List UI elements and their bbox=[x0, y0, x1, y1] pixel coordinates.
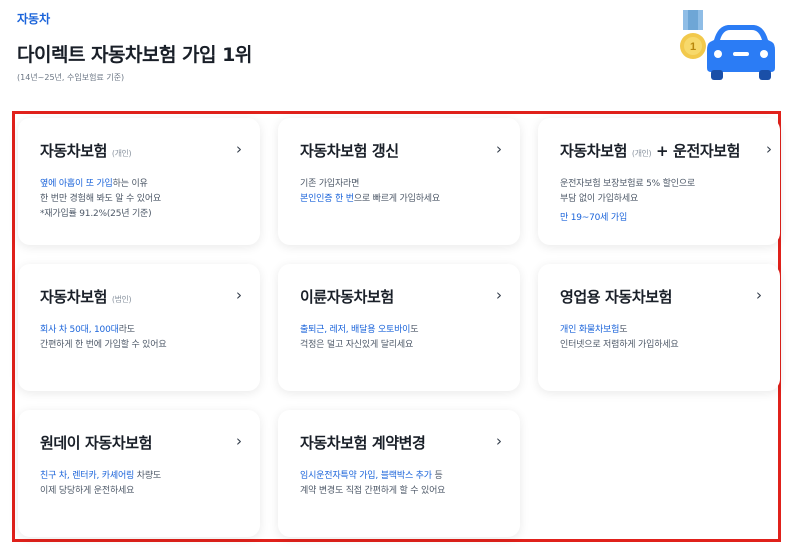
card-title: 자동차보험 갱신 bbox=[300, 142, 399, 160]
card-motorcycle[interactable]: 이륜자동차보험 › 출퇴근, 레저, 배달용 오토바이도 걱정은 덜고 자신있게… bbox=[278, 264, 520, 391]
card-auto-personal[interactable]: 자동차보험 (개인) › 옆에 아홉이 또 가입하는 이유 한 번만 경험해 봐… bbox=[18, 118, 260, 245]
card-line: 부담 없이 가입하세요 bbox=[560, 194, 639, 204]
card-line: 인터넷으로 저렴하게 가입하세요 bbox=[560, 340, 679, 350]
card-title: 자동차보험 (법인) bbox=[40, 288, 132, 306]
card-line: 개인 화물차보험도 bbox=[560, 325, 628, 335]
card-line: 만 19~70세 가입 bbox=[560, 213, 628, 223]
chevron-right-icon: › bbox=[236, 432, 242, 450]
chevron-right-icon: › bbox=[236, 140, 242, 158]
card-line: 기존 가입자라면 bbox=[300, 179, 360, 189]
card-line: 한 번만 경험해 봐도 알 수 있어요 bbox=[40, 194, 162, 204]
card-line: 회사 차 50대, 100대라도 bbox=[40, 325, 135, 335]
chevron-right-icon: › bbox=[236, 286, 242, 304]
card-auto-corporate[interactable]: 자동차보험 (법인) › 회사 차 50대, 100대라도 간편하게 한 번에 … bbox=[18, 264, 260, 391]
card-line: 옆에 아홉이 또 가입하는 이유 bbox=[40, 179, 148, 189]
card-oneday-auto[interactable]: 원데이 자동차보험 › 친구 차, 렌터카, 카셰어링 차량도 이제 당당하게 … bbox=[18, 410, 260, 537]
card-title: 이륜자동차보험 bbox=[300, 288, 394, 306]
card-line: 임시운전자특약 가입, 블랙박스 추가 등 bbox=[300, 471, 443, 481]
card-line: 걱정은 덜고 자신있게 달리세요 bbox=[300, 340, 414, 350]
card-line: 운전자보험 보장보험료 5% 할인으로 bbox=[560, 179, 695, 189]
chevron-right-icon: › bbox=[496, 286, 502, 304]
product-grid: 자동차보험 (개인) › 옆에 아홉이 또 가입하는 이유 한 번만 경험해 봐… bbox=[0, 0, 800, 557]
chevron-right-icon: › bbox=[756, 286, 762, 304]
card-line: 간편하게 한 번에 가입할 수 있어요 bbox=[40, 340, 167, 350]
card-title: 자동차보험 계약변경 bbox=[300, 434, 426, 452]
card-title: 자동차보험 (개인) bbox=[40, 142, 132, 160]
card-title: 원데이 자동차보험 bbox=[40, 434, 153, 452]
card-contract-change[interactable]: 자동차보험 계약변경 › 임시운전자특약 가입, 블랙박스 추가 등 계약 변경… bbox=[278, 410, 520, 537]
card-line: 출퇴근, 레저, 배달용 오토바이도 bbox=[300, 325, 419, 335]
card-line: *재가입률 91.2%(25년 기준) bbox=[40, 209, 152, 219]
card-title: 영업용 자동차보험 bbox=[560, 288, 673, 306]
chevron-right-icon: › bbox=[496, 140, 502, 158]
card-auto-renewal[interactable]: 자동차보험 갱신 › 기존 가입자라면 본인인증 한 번으로 빠르게 가입하세요 bbox=[278, 118, 520, 245]
card-line: 본인인증 한 번으로 빠르게 가입하세요 bbox=[300, 194, 440, 204]
card-line: 친구 차, 렌터카, 카셰어링 차량도 bbox=[40, 471, 162, 481]
chevron-right-icon: › bbox=[766, 140, 772, 158]
card-line: 이제 당당하게 운전하세요 bbox=[40, 486, 135, 496]
chevron-right-icon: › bbox=[496, 432, 502, 450]
card-line: 계약 변경도 직접 간편하게 할 수 있어요 bbox=[300, 486, 446, 496]
card-commercial-auto[interactable]: 영업용 자동차보험 › 개인 화물차보험도 인터넷으로 저렴하게 가입하세요 bbox=[538, 264, 780, 391]
card-title: 자동차보험 (개인) + 운전자보험 bbox=[560, 142, 741, 160]
card-auto-plus-driver[interactable]: 자동차보험 (개인) + 운전자보험 › 운전자보험 보장보험료 5% 할인으로… bbox=[538, 118, 780, 245]
